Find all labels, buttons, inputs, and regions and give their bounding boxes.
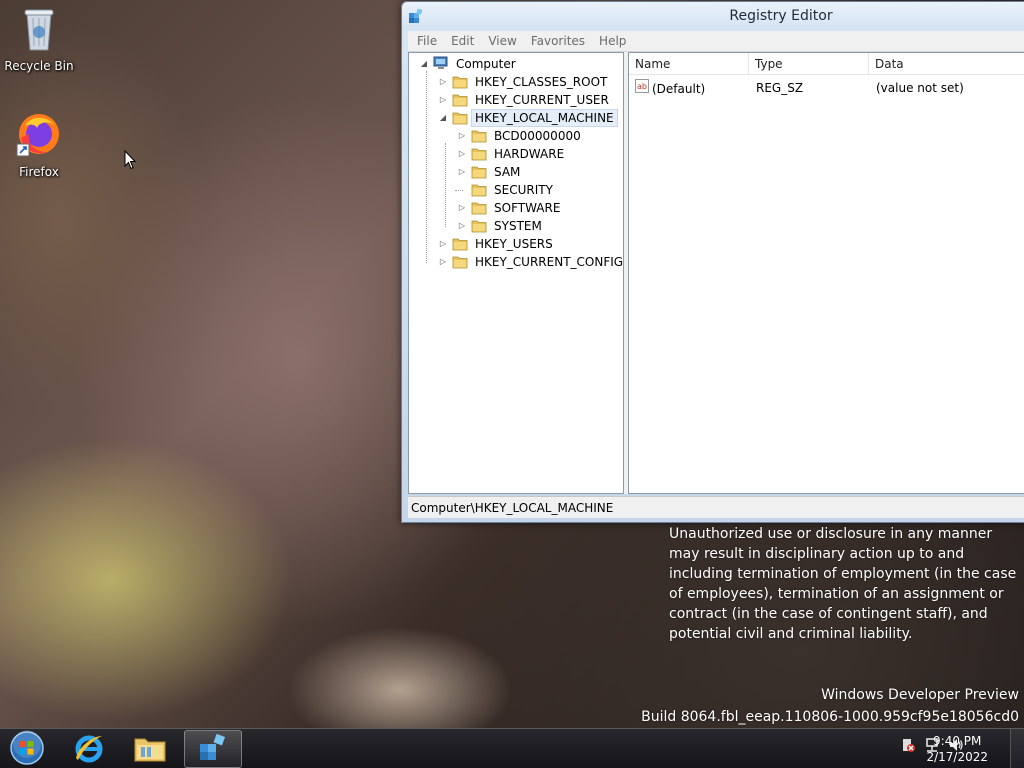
window-client-area: ◢ Computer ▷ HKEY_CLASSES_ROOT ▷ HKEY_CURRE… <box>408 52 1024 494</box>
value-name: (Default) <box>652 81 706 96</box>
os-build-watermark: Windows Developer Preview Build 8064.fbl… <box>641 684 1019 728</box>
no-expander <box>457 185 467 195</box>
ie-icon <box>73 732 105 767</box>
tree-item-computer[interactable]: ◢ Computer <box>419 55 520 73</box>
folder-icon <box>471 183 487 197</box>
string-value-icon: ab <box>635 79 649 98</box>
tree-item-hkey-local-machine[interactable]: ◢ HKEY_LOCAL_MACHINE <box>438 109 618 127</box>
folder-icon <box>471 201 487 215</box>
mouse-cursor-icon <box>124 149 137 173</box>
menu-edit[interactable]: Edit <box>444 34 481 48</box>
recycle-bin-icon <box>1 6 77 55</box>
window-title: Registry Editor <box>729 8 833 24</box>
tree-item-software[interactable]: ▷ SOFTWARE <box>457 199 564 217</box>
tree-item-hardware[interactable]: ▷ HARDWARE <box>457 145 568 163</box>
tree-item-security[interactable]: SECURITY <box>457 181 557 199</box>
window-titlebar[interactable]: Registry Editor <box>402 2 1024 30</box>
list-header: Name Type Data <box>629 53 1024 75</box>
folder-icon <box>452 75 468 89</box>
menu-bar: File Edit View Favorites Help <box>408 31 1024 52</box>
tree-item-hkey-current-user[interactable]: ▷ HKEY_CURRENT_USER <box>438 91 613 109</box>
tree-connector-line <box>426 71 427 263</box>
value-type: REG_SZ <box>756 81 804 95</box>
collapsed-arrow-icon[interactable]: ▷ <box>457 221 467 231</box>
tree-item-label: HKEY_USERS <box>475 237 553 251</box>
tree-item-sam[interactable]: ▷ SAM <box>457 163 524 181</box>
show-desktop-button[interactable] <box>1010 729 1024 768</box>
collapsed-arrow-icon[interactable]: ▷ <box>457 149 467 159</box>
tree-item-hkey-current-config[interactable]: ▷ HKEY_CURRENT_CONFIG <box>438 253 624 271</box>
tree-item-label: SYSTEM <box>494 219 542 233</box>
expanded-arrow-icon[interactable]: ◢ <box>419 59 429 69</box>
legal-notice-text: Unauthorized use or disclosure in any ma… <box>669 526 1017 642</box>
action-center-icon[interactable] <box>900 737 916 756</box>
folder-icon <box>471 219 487 233</box>
menu-view[interactable]: View <box>481 34 523 48</box>
watermark-line-1: Windows Developer Preview <box>821 687 1019 703</box>
registry-values-pane[interactable]: Name Type Data ab (Default) REG_SZ (valu… <box>628 52 1024 494</box>
recycle-bin-shortcut[interactable]: Recycle Bin <box>1 6 77 73</box>
tree-connector-line <box>445 143 446 227</box>
folder-icon <box>471 129 487 143</box>
windows-start-icon <box>9 729 45 768</box>
tree-item-label: Computer <box>456 57 516 71</box>
collapsed-arrow-icon[interactable]: ▷ <box>438 239 448 249</box>
menu-file[interactable]: File <box>410 34 444 48</box>
start-button[interactable] <box>2 729 52 768</box>
column-header-data[interactable]: Data <box>869 53 1024 75</box>
taskbar: 9:40 PM 2/17/2022 <box>0 728 1024 768</box>
taskbar-file-explorer-button[interactable] <box>121 730 179 768</box>
registry-tree-pane[interactable]: ◢ Computer ▷ HKEY_CLASSES_ROOT ▷ HKEY_CURRE… <box>408 52 624 494</box>
tree-item-label: HKEY_CLASSES_ROOT <box>475 75 608 89</box>
status-bar: Computer\HKEY_LOCAL_MACHINE <box>408 496 1024 518</box>
column-header-name[interactable]: Name <box>629 53 749 75</box>
regedit-icon <box>197 732 229 767</box>
collapsed-arrow-icon[interactable]: ▷ <box>457 131 467 141</box>
clock-time: 9:40 PM <box>933 734 982 748</box>
tree-item-hkey-users[interactable]: ▷ HKEY_USERS <box>438 235 557 253</box>
folder-icon <box>471 147 487 161</box>
tree-item-label: HKEY_LOCAL_MACHINE <box>471 109 618 127</box>
folder-icon <box>133 733 167 766</box>
firefox-icon <box>1 110 77 161</box>
menu-favorites[interactable]: Favorites <box>524 34 592 48</box>
tree-item-label: SECURITY <box>494 183 553 197</box>
firefox-label: Firefox <box>19 165 59 179</box>
folder-icon <box>452 111 468 125</box>
menu-help[interactable]: Help <box>592 34 633 48</box>
column-header-type[interactable]: Type <box>749 53 869 75</box>
tree-item-label: SAM <box>494 165 521 179</box>
tree-item-label: SOFTWARE <box>494 201 561 215</box>
expanded-arrow-icon[interactable]: ◢ <box>438 113 448 123</box>
folder-icon <box>452 93 468 107</box>
tree-item-label: HKEY_CURRENT_CONFIG <box>475 255 624 269</box>
taskbar-internet-explorer-button[interactable] <box>60 730 118 768</box>
tree-item-bcd00000000[interactable]: ▷ BCD00000000 <box>457 127 585 145</box>
computer-icon <box>433 56 452 73</box>
firefox-shortcut[interactable]: Firefox <box>1 110 77 179</box>
collapsed-arrow-icon[interactable]: ▷ <box>438 257 448 267</box>
folder-icon <box>452 237 468 251</box>
registry-editor-window[interactable]: Registry Editor File Edit View Favorites… <box>401 1 1024 523</box>
folder-icon <box>452 255 468 269</box>
taskbar-clock[interactable]: 9:40 PM 2/17/2022 <box>926 733 988 765</box>
tree-item-label: HKEY_CURRENT_USER <box>475 93 609 107</box>
tree-item-label: BCD00000000 <box>494 129 581 143</box>
clock-date: 2/17/2022 <box>926 750 988 764</box>
collapsed-arrow-icon[interactable]: ▷ <box>457 203 467 213</box>
value-data: (value not set) <box>876 81 964 95</box>
collapsed-arrow-icon[interactable]: ▷ <box>438 77 448 87</box>
recycle-bin-label: Recycle Bin <box>4 59 74 73</box>
collapsed-arrow-icon[interactable]: ▷ <box>438 95 448 105</box>
collapsed-arrow-icon[interactable]: ▷ <box>457 167 467 177</box>
watermark-line-2: Build 8064.fbl_eeap.110806-1000.959cf95e… <box>641 709 1019 725</box>
tree-item-hkey-classes-root[interactable]: ▷ HKEY_CLASSES_ROOT <box>438 73 611 91</box>
taskbar-registry-editor-button[interactable] <box>184 730 242 768</box>
tree-item-label: HARDWARE <box>494 147 565 161</box>
svg-text:ab: ab <box>637 82 647 91</box>
tree-item-system[interactable]: ▷ SYSTEM <box>457 217 546 235</box>
folder-icon <box>471 165 487 179</box>
